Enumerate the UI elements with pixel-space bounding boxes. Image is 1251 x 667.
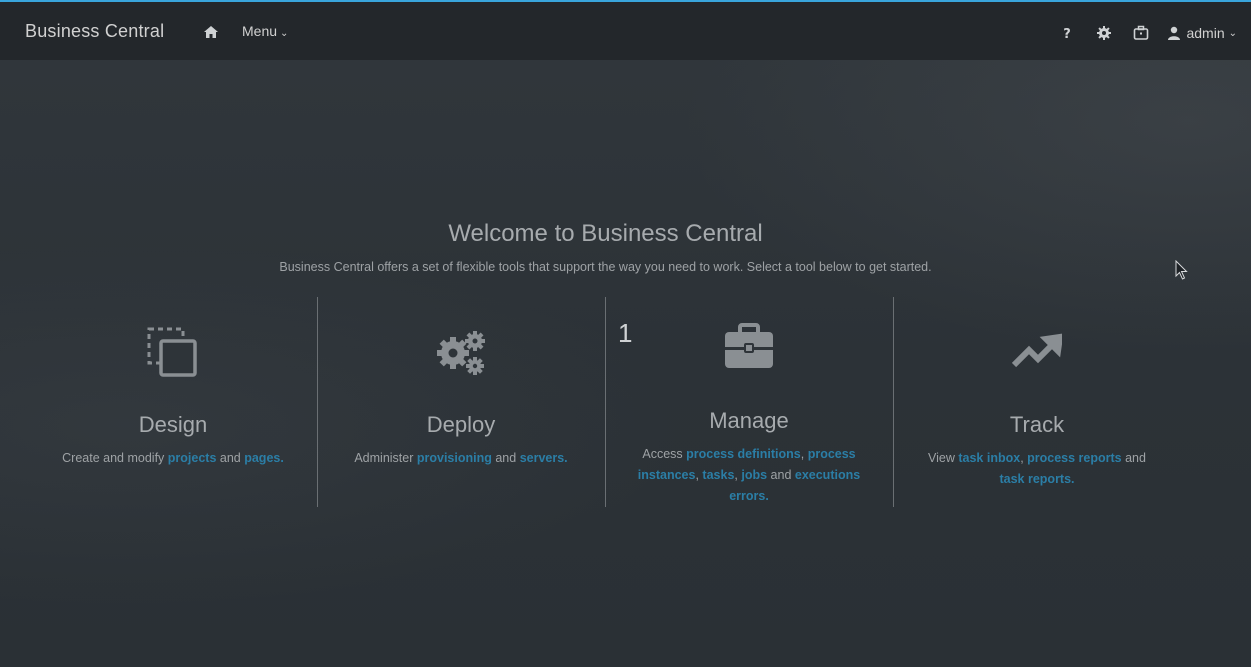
tool-track-description: View task inbox, process reports and tas…: [928, 451, 1146, 486]
tool-deploy-description: Administer provisioning and servers.: [354, 451, 568, 465]
jobs-link[interactable]: jobs: [741, 468, 767, 482]
briefcase-icon[interactable]: [724, 323, 774, 369]
copy-icon[interactable]: [147, 327, 199, 379]
tool-deploy-title[interactable]: Deploy: [317, 412, 605, 438]
tool-track-title[interactable]: Track: [893, 412, 1181, 438]
task-reports-link[interactable]: task reports.: [999, 472, 1074, 486]
tool-manage: Manage Access process definitions, proce…: [605, 297, 894, 507]
tool-track: Track View task inbox, process reports a…: [893, 297, 1181, 507]
task-inbox-link[interactable]: task inbox: [958, 451, 1020, 465]
provisioning-link[interactable]: provisioning: [417, 451, 492, 465]
trend-up-icon[interactable]: [1012, 329, 1062, 373]
tool-design: Design Create and modify projects and pa…: [29, 297, 318, 507]
process-definitions-link[interactable]: process definitions: [686, 447, 801, 461]
tool-manage-description: Access process definitions, process inst…: [637, 447, 861, 503]
projects-link[interactable]: projects: [168, 451, 217, 465]
page-title: Welcome to Business Central: [448, 220, 763, 247]
top-navbar: Business Central Menu ⌄ ? admin ⌄: [0, 0, 1251, 60]
tool-manage-title[interactable]: Manage: [605, 408, 893, 434]
manage-step-number: 1: [618, 318, 633, 348]
pages-link[interactable]: pages.: [244, 451, 284, 465]
gears-icon[interactable]: [433, 327, 489, 379]
brand-title[interactable]: Business Central: [25, 21, 164, 42]
tool-deploy: Deploy Administer provisioning and serve…: [317, 297, 606, 507]
menu-dropdown[interactable]: Menu ⌄: [242, 23, 288, 39]
tool-design-description: Create and modify projects and pages.: [62, 451, 284, 465]
servers-link[interactable]: servers.: [520, 451, 568, 465]
user-dropdown[interactable]: admin ⌄: [1167, 25, 1237, 41]
chevron-down-icon: ⌄: [280, 28, 289, 39]
briefcase-icon[interactable]: [1133, 25, 1149, 41]
process-reports-link[interactable]: process reports: [1027, 451, 1121, 465]
user-icon: [1168, 26, 1181, 40]
chevron-down-icon: ⌄: [1228, 27, 1237, 39]
gear-icon[interactable]: [1096, 25, 1112, 41]
tool-design-title[interactable]: Design: [29, 412, 317, 438]
svg-text:?: ?: [1064, 27, 1072, 41]
question-icon[interactable]: ?: [1059, 25, 1075, 41]
tasks-link[interactable]: tasks: [702, 468, 734, 482]
mouse-pointer-icon: [1175, 260, 1188, 280]
user-label: admin: [1186, 25, 1225, 41]
page-subtitle: Business Central offers a set of flexibl…: [279, 260, 932, 274]
menu-label: Menu: [242, 23, 278, 39]
home-icon[interactable]: [203, 24, 219, 40]
navbar-right: ? admin ⌄: [1038, 21, 1237, 45]
